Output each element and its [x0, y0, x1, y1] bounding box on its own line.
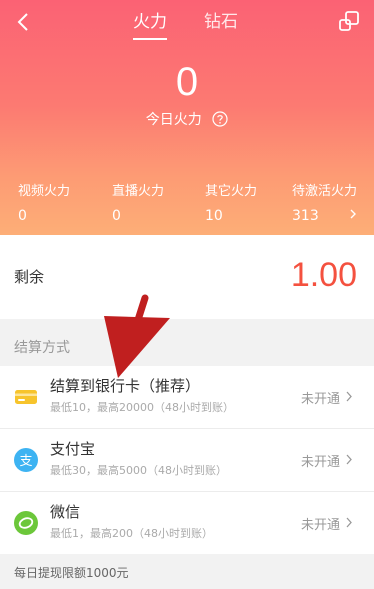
- chevron-right-icon: [346, 517, 352, 528]
- share-icon[interactable]: [336, 8, 362, 34]
- stat-value: 10: [205, 208, 223, 224]
- method-status: 未开通: [301, 392, 341, 407]
- method-status: 未开通: [301, 455, 341, 470]
- method-name: 支付宝: [50, 440, 96, 458]
- wechat-icon: [14, 511, 38, 535]
- chevron-right-icon: [346, 391, 352, 402]
- stat-value: 0: [112, 208, 121, 224]
- method-desc: 最低30，最高5000（48小时到账）: [50, 464, 227, 477]
- remaining-value: 1.00: [290, 256, 357, 294]
- remaining-label: 剩余: [14, 268, 45, 286]
- tab-fire[interactable]: 火力: [133, 11, 167, 33]
- bank-card-icon: [15, 390, 37, 404]
- back-icon[interactable]: [10, 8, 38, 36]
- section-title: 结算方式: [14, 340, 70, 356]
- stat-label: 视频火力: [18, 184, 71, 199]
- chevron-right-icon[interactable]: [348, 207, 358, 221]
- help-icon[interactable]: [212, 111, 228, 127]
- today-fire-row: 今日火力: [0, 110, 374, 130]
- chevron-right-icon: [346, 454, 352, 465]
- method-name: 微信: [50, 503, 81, 521]
- method-desc: 最低1，最高200（48小时到账）: [50, 527, 213, 540]
- remaining-balance: 剩余 1.00: [0, 235, 374, 319]
- footer-note: 每日提现限额1000元: [0, 555, 374, 589]
- stat-label: 其它火力: [205, 184, 258, 199]
- daily-limit-note: 每日提现限额1000元: [14, 566, 129, 580]
- stat-label: 直播火力: [112, 184, 165, 199]
- method-bank-card[interactable]: 结算到银行卡（推荐） 最低10，最高20000（48小时到账） 未开通: [0, 366, 374, 428]
- method-status: 未开通: [301, 518, 341, 533]
- stat-video: 视频火力 0: [18, 183, 70, 225]
- settlement-methods: 结算到银行卡（推荐） 最低10，最高20000（48小时到账） 未开通 支 支付…: [0, 366, 374, 554]
- hero-header: 火力 钻石 0 今日火力 视频火力 0 直播火力 0 其它火力 10 待激活火力…: [0, 0, 374, 235]
- svg-text:支: 支: [19, 454, 32, 469]
- top-bar: 火力 钻石: [0, 0, 374, 44]
- stat-value: 0: [18, 208, 27, 224]
- method-alipay[interactable]: 支 支付宝 最低30，最高5000（48小时到账） 未开通: [0, 428, 374, 490]
- stat-live: 直播火力 0: [112, 183, 164, 225]
- tab-diamond[interactable]: 钻石: [204, 11, 238, 33]
- today-fire-value: 0: [175, 60, 199, 104]
- active-tab-indicator: [133, 38, 167, 40]
- method-wechat[interactable]: 微信 最低1，最高200（48小时到账） 未开通: [0, 491, 374, 553]
- stat-label: 待激活火力: [292, 184, 358, 199]
- method-name: 结算到银行卡（推荐）: [50, 377, 201, 395]
- stat-other: 其它火力 10: [205, 183, 257, 225]
- alipay-icon: 支: [14, 448, 38, 472]
- method-desc: 最低10，最高20000（48小时到账）: [50, 401, 234, 414]
- today-fire-label: 今日火力: [145, 112, 202, 128]
